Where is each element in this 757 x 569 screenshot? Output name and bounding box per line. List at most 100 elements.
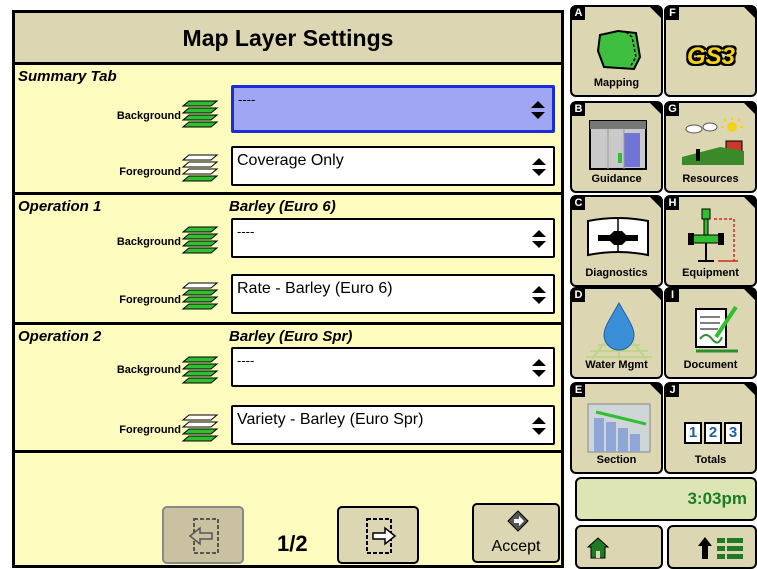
page-title: Map Layer Settings — [15, 13, 561, 65]
background-layers-icon — [181, 356, 219, 384]
corner-marker — [744, 197, 755, 208]
dropdown-value: ---- — [238, 92, 256, 107]
counter-digit: 1 — [684, 422, 702, 444]
guidance-icon — [589, 120, 647, 170]
foreground-label: Foreground — [119, 424, 181, 436]
document-pen-icon — [695, 305, 738, 353]
updown-arrow-icon — [532, 158, 546, 176]
background-label: Background — [116, 110, 181, 122]
accept-label: Accept — [491, 538, 541, 555]
app-label: Resources — [682, 173, 739, 185]
app-label: Document — [683, 359, 738, 371]
equipment-icon — [688, 208, 738, 262]
corner-marker — [650, 384, 661, 395]
operation1-foreground-dropdown[interactable]: Rate - Barley (Euro 6) — [231, 274, 555, 314]
operation2-foreground-dropdown[interactable]: Variety - Barley (Euro Spr) — [231, 405, 555, 445]
foreground-layers-icon — [181, 414, 219, 442]
foreground-label: Foreground — [119, 294, 181, 306]
background-label: Background — [116, 364, 181, 376]
water-mgmt-button[interactable]: D Water Mgmt — [570, 287, 663, 379]
app-label: Guidance — [591, 173, 642, 185]
corner-marker — [744, 7, 755, 18]
totals-counter-icon: 1 2 3 — [684, 422, 742, 444]
corner-marker — [650, 289, 661, 300]
summary-background-dropdown[interactable]: ---- — [231, 85, 555, 133]
section-control-icon — [587, 403, 651, 453]
resources-icon — [682, 117, 744, 165]
summary-foreground-dropdown[interactable]: Coverage Only — [231, 146, 555, 186]
app-letter: J — [666, 384, 679, 397]
gs3-logo: GS3 — [686, 43, 736, 70]
app-letter: A — [572, 7, 585, 20]
summary-tab-section: Summary Tab Background ---- Foreground C… — [15, 68, 561, 195]
dropdown-value: ---- — [237, 224, 255, 239]
app-letter: C — [572, 197, 585, 210]
gs3-button[interactable]: F GS3 — [664, 5, 757, 97]
accept-button[interactable]: Accept — [472, 503, 560, 563]
operation2-background-dropdown[interactable]: ---- — [231, 347, 555, 387]
corner-marker — [744, 289, 755, 300]
updown-arrow-icon — [532, 230, 546, 248]
field-map-icon — [596, 29, 642, 71]
mapping-button[interactable]: A Mapping — [570, 5, 663, 97]
app-label: Diagnostics — [585, 267, 648, 279]
app-letter: B — [572, 103, 585, 116]
background-layers-icon — [181, 100, 219, 128]
counter-digit: 3 — [724, 422, 742, 444]
app-letter: I — [666, 289, 679, 302]
dropdown-value: Variety - Barley (Euro Spr) — [237, 411, 424, 428]
previous-page-icon — [188, 518, 219, 554]
dropdown-value: Rate - Barley (Euro 6) — [237, 280, 393, 297]
section-button[interactable]: E Section — [570, 382, 663, 474]
home-button[interactable] — [575, 525, 663, 569]
app-letter: G — [666, 103, 679, 116]
home-icon — [587, 537, 609, 559]
equipment-button[interactable]: H Equipment — [664, 195, 757, 287]
map-layer-settings-panel: Map Layer Settings Summary Tab Backgroun… — [12, 10, 564, 568]
foreground-layers-icon — [181, 282, 219, 310]
updown-arrow-icon — [532, 359, 546, 377]
wrench-book-icon — [587, 217, 649, 257]
corner-marker — [650, 197, 661, 208]
menu-button[interactable] — [667, 525, 757, 569]
operation1-background-dropdown[interactable]: ---- — [231, 218, 555, 258]
previous-page-button[interactable] — [162, 506, 244, 564]
next-page-button[interactable] — [337, 506, 419, 564]
app-label: Water Mgmt — [585, 359, 648, 371]
corner-marker — [744, 384, 755, 395]
section-title: Operation 1 — [18, 198, 102, 215]
corner-marker — [650, 7, 661, 18]
updown-arrow-icon — [531, 101, 545, 119]
document-button[interactable]: I Document — [664, 287, 757, 379]
corner-marker — [650, 103, 661, 114]
background-label: Background — [116, 236, 181, 248]
app-letter: H — [666, 197, 679, 210]
next-page-icon — [366, 518, 397, 554]
accept-arrow-icon — [507, 510, 529, 532]
dropdown-value: Coverage Only — [237, 152, 344, 169]
app-letter: E — [572, 384, 585, 397]
background-layers-icon — [181, 226, 219, 254]
foreground-layers-icon — [181, 154, 219, 182]
diagnostics-button[interactable]: C Diagnostics — [570, 195, 663, 287]
clock-box: 3:03pm — [575, 477, 757, 521]
app-letter: F — [666, 7, 679, 20]
counter-digit: 2 — [704, 422, 722, 444]
corner-marker — [744, 103, 755, 114]
operation-2-section: Operation 2 Barley (Euro Spr) Background… — [15, 328, 561, 453]
app-label: Totals — [694, 454, 727, 466]
guidance-button[interactable]: B Guidance — [570, 101, 663, 193]
app-label: Mapping — [593, 77, 640, 89]
updown-arrow-icon — [532, 286, 546, 304]
section-crop: Barley (Euro 6) — [229, 198, 336, 215]
water-drop-icon — [586, 301, 652, 359]
foreground-label: Foreground — [119, 166, 181, 178]
app-label: Equipment — [682, 267, 739, 279]
updown-arrow-icon — [532, 417, 546, 435]
app-label: Section — [596, 454, 637, 466]
operation-1-section: Operation 1 Barley (Euro 6) Background -… — [15, 198, 561, 325]
page-indicator: 1/2 — [277, 531, 308, 556]
resources-button[interactable]: G Resources — [664, 101, 757, 193]
up-arrow-menu-icon — [698, 537, 743, 559]
totals-button[interactable]: J 1 2 3 Totals — [664, 382, 757, 474]
